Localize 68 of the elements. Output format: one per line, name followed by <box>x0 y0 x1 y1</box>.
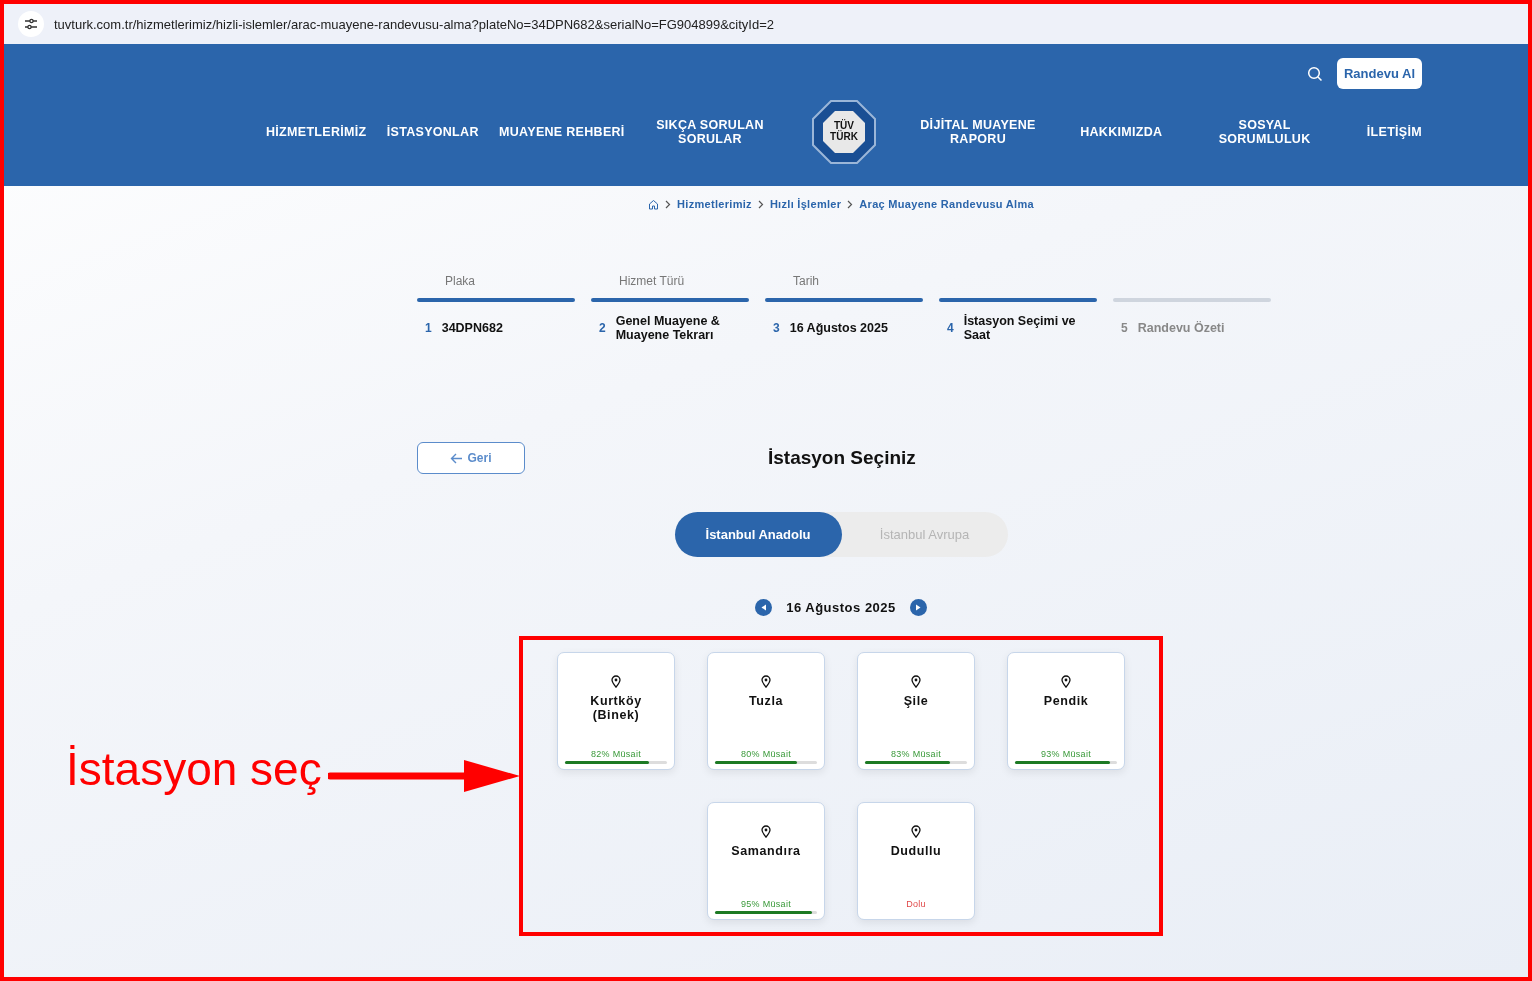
breadcrumb-link[interactable]: Araç Muayene Randevusu Alma <box>859 198 1034 210</box>
triangle-right-icon <box>915 604 922 611</box>
location-pin-icon <box>761 675 771 688</box>
nav-link[interactable]: SOSYAL SORUMLULUK <box>1199 118 1330 146</box>
step-number: 5 <box>1121 321 1128 335</box>
nav-link[interactable]: İLETİŞİM <box>1366 125 1422 139</box>
nav-link[interactable]: MUAYENE REHBERİ <box>499 125 625 139</box>
step-value: Randevu Özeti <box>1137 321 1225 335</box>
step-number: 2 <box>599 321 606 335</box>
location-pin-icon <box>911 675 921 688</box>
chevron-right-icon <box>757 199 764 209</box>
nav-link[interactable]: HİZMETLERİMİZ <box>266 125 367 139</box>
availability-text: 93% Müsait <box>1041 749 1091 759</box>
availability-text: 80% Müsait <box>741 749 791 759</box>
search-icon[interactable] <box>1306 65 1323 82</box>
station-name: Kurtköy (Binek) <box>589 694 643 724</box>
step-value: Genel Muayene & Muayene Tekrarı <box>615 314 721 342</box>
availability-text: 82% Müsait <box>591 749 641 759</box>
station-name: Tuzla <box>748 694 784 710</box>
breadcrumb-link[interactable]: Hızlı İşlemler <box>769 198 842 210</box>
url-text: tuvturk.com.tr/hizmetlerimiz/hizli-islemler/arac-muayene-randevusu-alma?plateNo=34DPN682&serialNo=FG904899&cityId=2 <box>54 16 774 32</box>
availability-text: 95% Müsait <box>741 899 791 909</box>
arrow-left-icon <box>450 452 464 464</box>
location-pin-icon <box>611 675 621 688</box>
location-pin-icon <box>1061 675 1071 688</box>
step-number: 4 <box>947 321 954 335</box>
chevron-right-icon <box>847 199 854 209</box>
home-icon[interactable] <box>648 198 660 210</box>
appointment-button[interactable]: Randevu Al <box>1336 58 1422 89</box>
step-number: 3 <box>773 321 780 335</box>
step-label: Plaka <box>445 274 476 288</box>
nav-link[interactable]: HAKKIMIZDA <box>1080 125 1163 139</box>
station-name: Samandıra <box>730 844 802 860</box>
location-pin-icon <box>911 825 921 838</box>
nav-link[interactable]: DİJİTAL MUAYENE RAPORU <box>913 118 1043 146</box>
station-name: Şile <box>902 694 930 710</box>
chevron-right-icon <box>665 199 672 209</box>
station-card[interactable]: Şile 83% Müsait <box>857 652 975 770</box>
step-value: İstasyon Seçimi ve Saat <box>963 314 1077 342</box>
station-card[interactable]: Kurtköy (Binek) 82% Müsait <box>557 652 675 770</box>
nav-link[interactable]: SIKÇA SORULAN SORULAR <box>644 118 775 146</box>
breadcrumb-link[interactable]: Hizmetlerimiz <box>677 198 752 210</box>
full-text: Dolu <box>906 899 926 909</box>
selected-date: 16 Ağustos 2025 <box>786 600 896 615</box>
step-label: Tarih <box>793 274 819 288</box>
station-card[interactable]: Dudullu Dolu <box>857 802 975 920</box>
address-bar[interactable]: tuvturk.com.tr/hizmetlerimiz/hizli-islemler/arac-muayene-randevusu-alma?plateNo=34DPN682&serialNo=FG904899&cityId=2 <box>4 4 1528 44</box>
availability-text: 83% Müsait <box>891 749 941 759</box>
station-card[interactable]: Pendik 93% Müsait <box>1007 652 1125 770</box>
page-title: İstasyon Seçiniz <box>768 447 916 469</box>
station-card[interactable]: Tuzla 80% Müsait <box>707 652 825 770</box>
step-label: Hizmet Türü <box>619 274 685 288</box>
station-card[interactable]: Samandıra 95% Müsait <box>707 802 825 920</box>
station-name: Dudullu <box>889 844 943 860</box>
back-button[interactable]: Geri <box>417 442 525 474</box>
step-number: 1 <box>425 321 432 335</box>
annotation-text: İstasyon seç <box>66 742 322 796</box>
nav-link[interactable]: İSTASYONLAR <box>386 125 479 139</box>
logo[interactable]: TÜV TÜRK <box>811 99 877 165</box>
step-value: 16 Ağustos 2025 <box>789 321 888 335</box>
region-tab[interactable]: İstanbul Anadolu <box>674 512 842 557</box>
previous-date-button[interactable] <box>755 599 773 616</box>
step-value: 34DPN682 <box>441 321 503 335</box>
station-name: Pendik <box>1042 694 1090 710</box>
location-pin-icon <box>761 825 771 838</box>
triangle-left-icon <box>760 604 767 611</box>
next-date-button[interactable] <box>909 599 927 616</box>
site-settings-icon[interactable] <box>18 11 44 37</box>
